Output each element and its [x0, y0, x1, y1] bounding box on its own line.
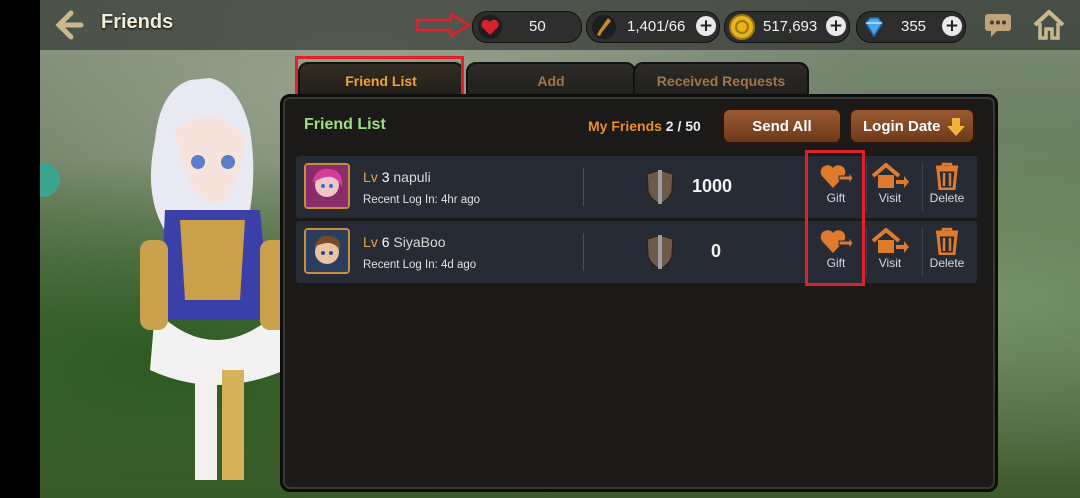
- my-friends-count: My Friends 2 / 50: [588, 118, 701, 134]
- home-icon[interactable]: [1032, 8, 1066, 42]
- key-icon: [592, 15, 616, 39]
- delete-button[interactable]: Delete: [919, 227, 975, 279]
- back-arrow-icon: [55, 10, 84, 40]
- visit-button[interactable]: Visit: [862, 227, 918, 279]
- resource-gold[interactable]: 517,693 +: [724, 11, 850, 43]
- diamond-icon: [865, 17, 883, 38]
- diamonds-value: 355: [901, 18, 927, 35]
- my-friends-label: My Friends: [588, 118, 662, 134]
- level-label: Lv: [363, 169, 378, 185]
- chat-icon[interactable]: [983, 12, 1013, 38]
- add-diamonds-button[interactable]: +: [942, 16, 962, 36]
- resource-hearts[interactable]: 50: [472, 11, 582, 43]
- friend-row: Lv 6 SiyaBoo Recent Log In: 4d ago 0 Gif…: [296, 221, 977, 283]
- visit-button[interactable]: Visit: [862, 162, 918, 214]
- arrow-down-icon: [947, 118, 965, 136]
- friend-name: napuli: [393, 169, 431, 185]
- friend-list-panel: [280, 94, 998, 492]
- level-label: Lv: [363, 234, 378, 250]
- level-value: 6: [381, 234, 390, 250]
- delete-label: Delete: [929, 256, 965, 270]
- avatar[interactable]: [304, 163, 350, 209]
- friend-score: 1000: [692, 176, 733, 196]
- visit-label: Visit: [878, 256, 902, 270]
- delete-button[interactable]: Delete: [919, 162, 975, 214]
- shield-sword-icon: [646, 169, 674, 205]
- keys-value: 1,401/66: [627, 18, 686, 35]
- friend-level-name: Lv 6 SiyaBoo: [363, 234, 446, 250]
- add-gold-button[interactable]: +: [826, 16, 846, 36]
- trash-icon: [936, 227, 958, 255]
- gold-value: 517,693: [763, 18, 818, 35]
- heart-icon: [478, 15, 502, 39]
- trash-icon: [936, 162, 958, 190]
- friend-score: 0: [711, 241, 722, 261]
- login-date-sort-button[interactable]: Login Date: [849, 108, 975, 144]
- panel-title: Friend List: [304, 116, 386, 133]
- visit-label: Visit: [878, 191, 902, 205]
- annotation-box-gift: [805, 150, 865, 286]
- page-title: Friends: [101, 11, 174, 33]
- recent-login: Recent Log In: 4hr ago: [363, 194, 480, 206]
- my-friends-value: 2 / 50: [665, 118, 701, 134]
- send-all-button[interactable]: Send All: [722, 108, 842, 144]
- friend-name: SiyaBoo: [393, 234, 446, 250]
- login-date-label: Login Date: [863, 118, 941, 135]
- hearts-value: 50: [529, 18, 546, 35]
- level-value: 3: [381, 169, 390, 185]
- annotation-arrow-icon: [415, 12, 471, 38]
- recent-login: Recent Log In: 4d ago: [363, 259, 477, 271]
- delete-label: Delete: [929, 191, 965, 205]
- gold-coin-icon: [729, 14, 755, 40]
- avatar-image: [306, 165, 348, 207]
- back-button[interactable]: [52, 8, 86, 42]
- friend-level-name: Lv 3 napuli: [363, 169, 431, 185]
- friend-row: Lv 3 napuli Recent Log In: 4hr ago 1000 …: [296, 156, 977, 218]
- row-divider: [583, 233, 584, 271]
- house-arrow-icon: [871, 228, 909, 253]
- add-keys-button[interactable]: +: [696, 16, 716, 36]
- row-divider: [583, 168, 584, 206]
- house-arrow-icon: [871, 163, 909, 188]
- avatar[interactable]: [304, 228, 350, 274]
- shield-sword-icon: [646, 234, 674, 270]
- avatar-image: [306, 230, 348, 272]
- resource-keys[interactable]: 1,401/66 +: [586, 11, 720, 43]
- left-black-bar: [0, 0, 40, 498]
- resource-diamonds[interactable]: 355 +: [856, 11, 966, 43]
